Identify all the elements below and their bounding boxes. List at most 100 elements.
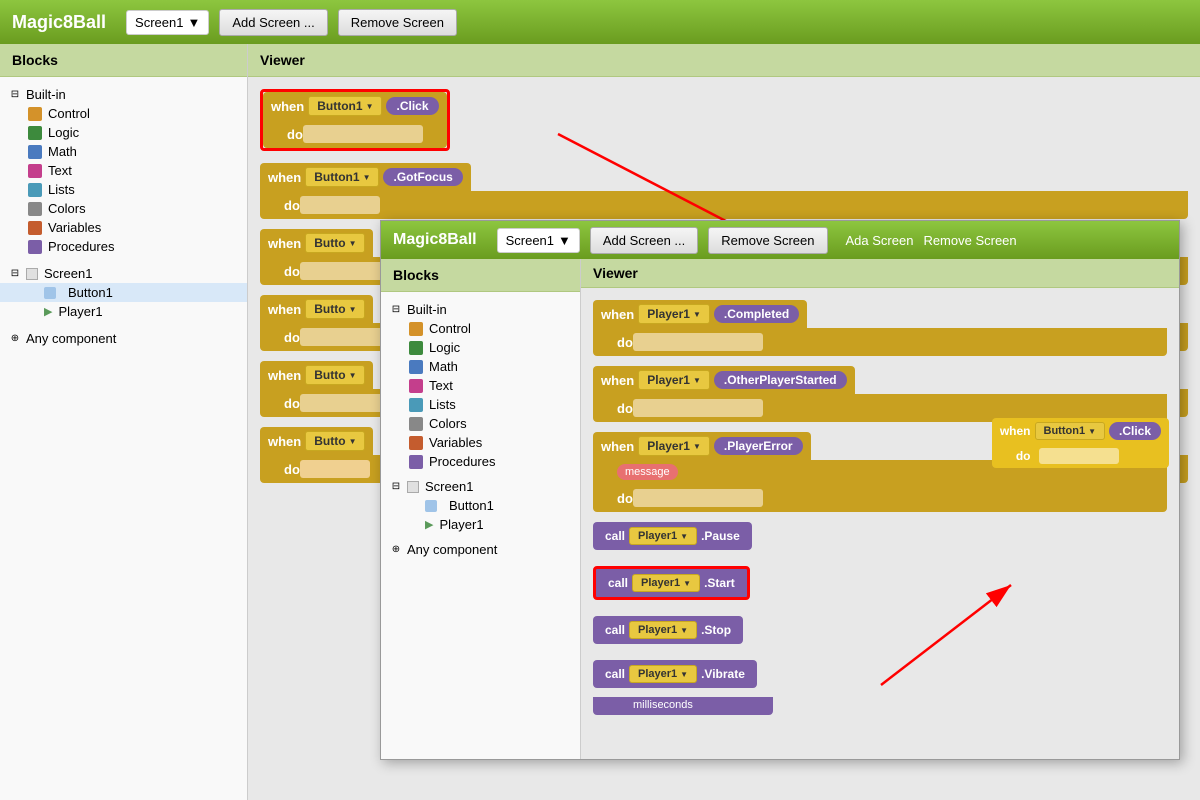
sidebar-item-text[interactable]: Text: [0, 161, 247, 180]
second-sidebar-colors[interactable]: Colors: [381, 414, 580, 433]
button1-dropdown-6[interactable]: Butto▼: [305, 431, 365, 451]
second-builtin-section[interactable]: ⊟ Built-in: [381, 300, 580, 319]
block-do-2: do: [260, 191, 1188, 219]
second-app-title: Magic8Ball: [393, 231, 477, 249]
builtin-label: Built-in: [26, 87, 66, 102]
second-block-otherplayer[interactable]: when Player1▼ .OtherPlayerStarted do: [593, 366, 1167, 422]
any-component-section[interactable]: ⊕ Any component: [0, 329, 247, 348]
player1-dropdown-1[interactable]: Player1▼: [638, 304, 710, 324]
second-add-screen-button[interactable]: Add Screen ...: [590, 227, 698, 254]
screen1-section[interactable]: ⊟ Screen1: [0, 264, 247, 283]
second-variables-icon: [409, 436, 423, 450]
message-badge: message: [617, 464, 678, 480]
block-when-5: when Butto▼: [260, 361, 373, 389]
add-screen-button[interactable]: Add Screen ...: [219, 9, 327, 36]
sidebar-content: ⊟ Built-in Control Logic Math Text Li: [0, 77, 247, 356]
second-sidebar-text[interactable]: Text: [381, 376, 580, 395]
second-sidebar-math[interactable]: Math: [381, 357, 580, 376]
sidebar-item-player1[interactable]: ▶ Player1: [0, 302, 247, 321]
call-stop: call Player1▼ .Stop: [593, 616, 743, 644]
second-sidebar-header: Blocks: [381, 259, 580, 292]
floating-yellow-block[interactable]: when Button1▼ .Click do: [992, 418, 1169, 468]
viewer-header: Viewer: [248, 44, 1200, 77]
call-stop-block[interactable]: call Player1▼ .Stop: [593, 616, 1167, 652]
screen1-toggle[interactable]: ⊟: [8, 267, 22, 281]
second-screen1-label: Screen1: [425, 479, 473, 494]
block-button1-gotfocus[interactable]: when Button1▼ .GotFocus do: [260, 163, 1188, 219]
second-viewer-header: Viewer: [581, 259, 1179, 288]
call-vibrate-block[interactable]: call Player1▼ .Vibrate milliseconds: [593, 660, 1167, 715]
second-window: Magic8Ball Screen1 ▼ Add Screen ... Remo…: [380, 220, 1180, 760]
sidebar-item-button1[interactable]: Button1: [0, 283, 247, 302]
ada-screen-label: Ada Screen: [846, 233, 914, 248]
second-sidebar-button1[interactable]: Button1: [381, 496, 580, 515]
second-logic-icon: [409, 341, 423, 355]
second-sidebar-player1[interactable]: ▶ Player1: [381, 515, 580, 534]
sidebar-item-variables[interactable]: Variables: [0, 218, 247, 237]
second-any-component-toggle[interactable]: ⊕: [389, 543, 403, 557]
player1-label: Player1: [58, 304, 102, 319]
second-math-icon: [409, 360, 423, 374]
text-icon: [28, 164, 42, 178]
sidebar-item-lists[interactable]: Lists: [0, 180, 247, 199]
player1-dropdown-vibrate[interactable]: Player1▼: [629, 665, 697, 683]
player1-dropdown-3[interactable]: Player1▼: [638, 436, 710, 456]
do-inner-6: [300, 460, 370, 478]
control-icon: [28, 107, 42, 121]
block-when-4: when Butto▼: [260, 295, 373, 323]
call-pause: call Player1▼ .Pause: [593, 522, 752, 550]
logic-icon: [28, 126, 42, 140]
floating-do-row: do: [992, 444, 1169, 468]
second-screen1-toggle[interactable]: ⊟: [389, 480, 403, 494]
second-colors-icon: [409, 417, 423, 431]
second-sidebar-procedures[interactable]: Procedures: [381, 452, 580, 471]
otherplayer-event: .OtherPlayerStarted: [714, 371, 847, 389]
sidebar-item-colors[interactable]: Colors: [0, 199, 247, 218]
button1-label: Button1: [68, 285, 113, 300]
second-viewer: Viewer when Player1▼ .Completed do: [581, 259, 1179, 759]
do-inner-2: [300, 196, 380, 214]
floating-button1-dropdown[interactable]: Button1▼: [1035, 422, 1105, 440]
sidebar-item-control[interactable]: Control: [0, 104, 247, 123]
vibrate-param: milliseconds: [593, 697, 773, 715]
screen-dropdown[interactable]: Screen1 ▼: [126, 10, 209, 35]
sidebar-item-math[interactable]: Math: [0, 142, 247, 161]
call-start-block[interactable]: call Player1▼ .Start: [593, 566, 1167, 608]
player1-dropdown-2[interactable]: Player1▼: [638, 370, 710, 390]
floating-click-event: .Click: [1109, 422, 1161, 440]
remove-screen-button[interactable]: Remove Screen: [338, 9, 457, 36]
builtin-toggle[interactable]: ⊟: [8, 88, 22, 102]
second-screen-dropdown[interactable]: Screen1 ▼: [497, 228, 580, 253]
builtin-section[interactable]: ⊟ Built-in: [0, 85, 247, 104]
call-pause-block[interactable]: call Player1▼ .Pause: [593, 522, 1167, 558]
block-button1-click[interactable]: when Button1▼ .Click do: [260, 89, 450, 151]
second-sidebar-lists[interactable]: Lists: [381, 395, 580, 414]
second-any-component-section[interactable]: ⊕ Any component: [381, 540, 580, 559]
variables-icon: [28, 221, 42, 235]
second-block-when-completed: when Player1▼ .Completed: [593, 300, 807, 328]
second-block-when-otherplayer: when Player1▼ .OtherPlayerStarted: [593, 366, 855, 394]
player1-dropdown-pause[interactable]: Player1▼: [629, 527, 697, 545]
second-sidebar-logic[interactable]: Logic: [381, 338, 580, 357]
button1-dropdown-2[interactable]: Button1▼: [305, 167, 379, 187]
second-sidebar-variables[interactable]: Variables: [381, 433, 580, 452]
button1-dropdown-1[interactable]: Button1▼: [308, 96, 382, 116]
any-component-toggle[interactable]: ⊕: [8, 332, 22, 346]
second-viewer-content: when Player1▼ .Completed do when Player1…: [581, 288, 1179, 735]
player1-dropdown-start[interactable]: Player1▼: [632, 574, 700, 592]
second-sidebar-control[interactable]: Control: [381, 319, 580, 338]
button1-dropdown-5[interactable]: Butto▼: [305, 365, 365, 385]
button1-dropdown-3[interactable]: Butto▼: [305, 233, 365, 253]
second-screen1-section[interactable]: ⊟ Screen1: [381, 477, 580, 496]
sidebar-item-logic[interactable]: Logic: [0, 123, 247, 142]
screen1-label: Screen1: [44, 266, 92, 281]
button1-dropdown-4[interactable]: Butto▼: [305, 299, 365, 319]
second-block-completed[interactable]: when Player1▼ .Completed do: [593, 300, 1167, 356]
second-button1-label: Button1: [449, 498, 494, 513]
player1-dropdown-stop[interactable]: Player1▼: [629, 621, 697, 639]
second-remove-screen-button[interactable]: Remove Screen: [708, 227, 827, 254]
screen1-icon: [26, 268, 38, 280]
sidebar-item-procedures[interactable]: Procedures: [0, 237, 247, 256]
sidebar-header: Blocks: [0, 44, 247, 77]
second-builtin-toggle[interactable]: ⊟: [389, 303, 403, 317]
